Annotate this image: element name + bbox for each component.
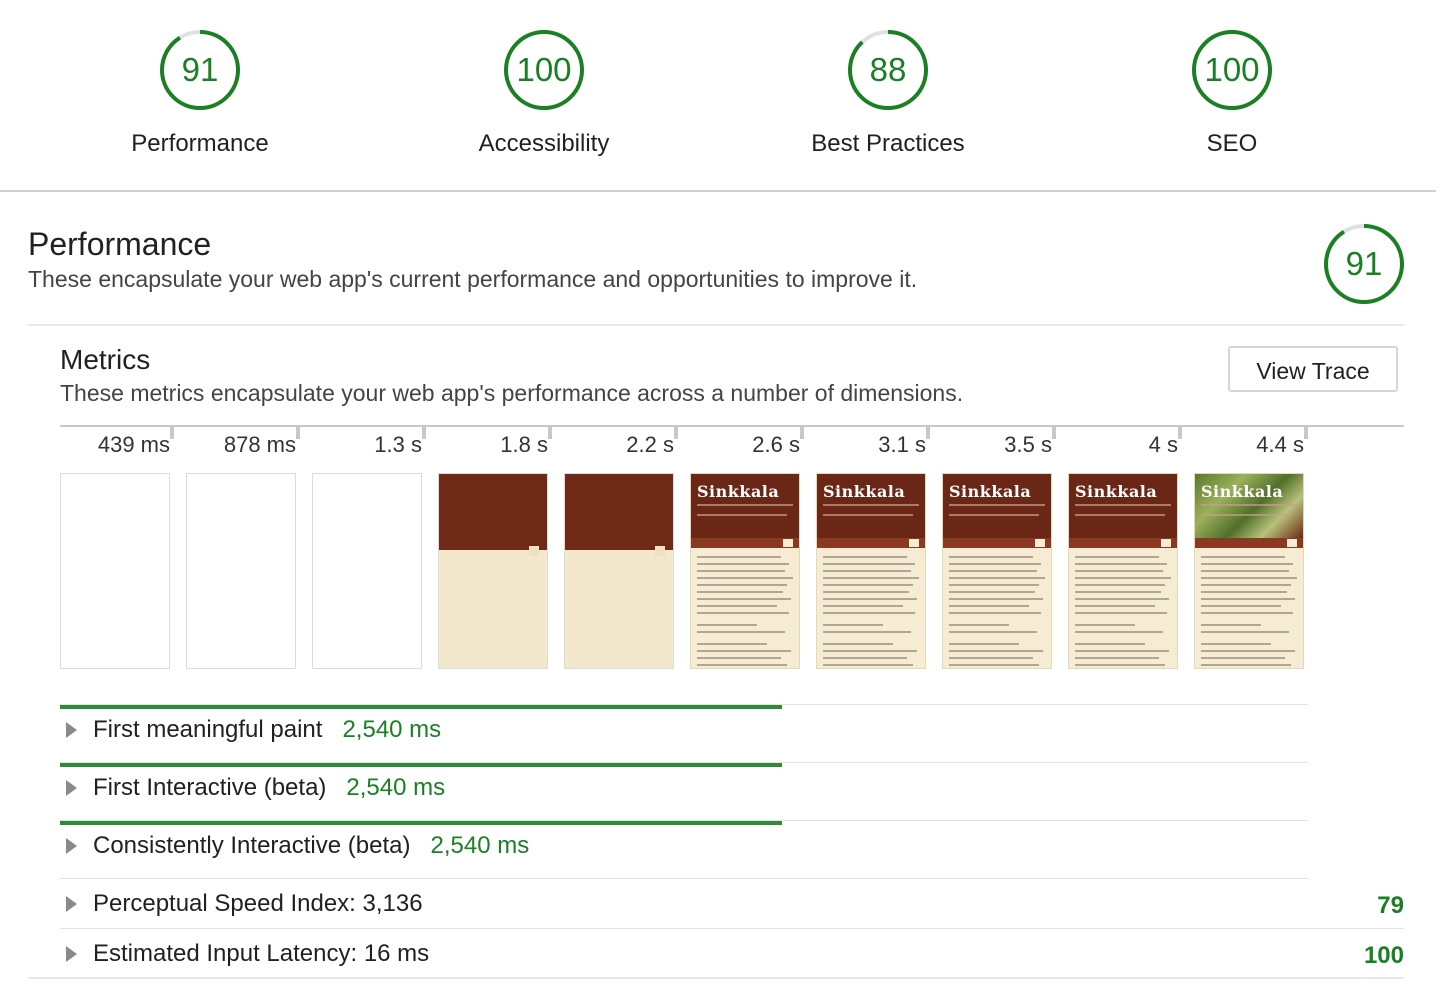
expand-arrow-icon[interactable] <box>66 780 77 796</box>
metric-score: 100 <box>1363 942 1404 969</box>
filmstrip-tick-label: 1.3 s <box>374 432 422 457</box>
filmstrip-tick <box>1178 427 1182 439</box>
seo-gauge: 100 <box>1190 28 1274 112</box>
score-best-practices[interactable]: 88 Best Practices <box>768 28 1008 158</box>
filmstrip-frame: Sinkkala <box>816 473 926 669</box>
filmstrip-tick-label: 1.8 s <box>500 432 548 457</box>
filmstrip-frame <box>186 473 296 669</box>
filmstrip-frame <box>60 473 170 669</box>
metric-row[interactable]: First Interactive (beta) 2,540 ms <box>60 768 445 808</box>
filmstrip-tick <box>1304 427 1308 439</box>
frame-site-title: Sinkkala <box>823 482 906 501</box>
metrics-description: These metrics encapsulate your web app's… <box>60 380 964 406</box>
filmstrip-tick-label: 4 s <box>1148 432 1178 457</box>
filmstrip-tick-label: 2.6 s <box>752 432 800 457</box>
filmstrip-tick <box>926 427 930 439</box>
best-practices-gauge: 88 <box>846 28 930 112</box>
performance-section-score: 91 <box>1345 245 1383 282</box>
metric-label: Estimated Input Latency: 16 ms <box>93 940 430 967</box>
metric-row[interactable]: Perceptual Speed Index: 3,136 <box>60 884 423 924</box>
metric-row-divider <box>60 878 1308 879</box>
filmstrip-frame <box>564 473 674 669</box>
expand-arrow-icon[interactable] <box>66 896 77 912</box>
metric-value: 2,540 ms <box>430 832 530 859</box>
metric-value: 2,540 ms <box>346 774 446 801</box>
filmstrip-tick-label: 3.1 s <box>878 432 926 457</box>
performance-score: 91 <box>181 51 219 88</box>
filmstrip-frame: Sinkkala <box>942 473 1052 669</box>
filmstrip-tick <box>296 427 300 439</box>
metrics-title: Metrics <box>60 344 151 375</box>
metric-row-divider <box>60 704 1308 705</box>
filmstrip-frame: Sinkkala <box>1194 473 1304 669</box>
filmstrip-tick-label: 4.4 s <box>1256 432 1304 457</box>
filmstrip-timeline <box>60 425 1404 427</box>
metric-row-divider <box>60 820 1308 821</box>
metric-row[interactable]: First meaningful paint 2,540 ms <box>60 710 441 750</box>
filmstrip-tick <box>548 427 552 439</box>
score-accessibility[interactable]: 100 Accessibility <box>424 28 664 158</box>
expand-arrow-icon[interactable] <box>66 838 77 854</box>
frame-site-title: Sinkkala <box>949 482 1032 501</box>
filmstrip-tick-label: 2.2 s <box>626 432 674 457</box>
filmstrip-frame <box>312 473 422 669</box>
view-trace-button[interactable]: View Trace <box>1228 346 1398 392</box>
metric-row[interactable]: Consistently Interactive (beta) 2,540 ms <box>60 826 529 866</box>
performance-gauge: 91 <box>158 28 242 112</box>
performance-section-title: Performance <box>28 226 212 262</box>
accessibility-score: 100 <box>516 51 572 88</box>
performance-section-description: These encapsulate your web app's current… <box>28 266 918 292</box>
seo-score: 100 <box>1204 51 1260 88</box>
metric-score: 79 <box>1377 892 1404 919</box>
accessibility-label: Accessibility <box>478 130 610 157</box>
best-practices-label: Best Practices <box>811 130 965 157</box>
score-performance[interactable]: 91 Performance <box>80 28 320 158</box>
frame-site-title: Sinkkala <box>1075 482 1158 501</box>
frame-site-title: Sinkkala <box>697 482 780 501</box>
filmstrip-tick <box>422 427 426 439</box>
metric-label: Consistently Interactive (beta) <box>93 832 411 859</box>
best-practices-score: 88 <box>869 51 907 88</box>
filmstrip-frame: Sinkkala <box>1068 473 1178 669</box>
expand-arrow-icon[interactable] <box>66 946 77 962</box>
seo-label: SEO <box>1206 130 1258 157</box>
expand-arrow-icon[interactable] <box>66 722 77 738</box>
metric-label: First Interactive (beta) <box>93 774 327 801</box>
section-divider <box>28 324 1404 326</box>
filmstrip-frame <box>438 473 548 669</box>
filmstrip-frame: Sinkkala <box>690 473 800 669</box>
frame-site-title: Sinkkala <box>1201 482 1284 501</box>
metric-row[interactable]: Estimated Input Latency: 16 ms <box>60 934 429 974</box>
filmstrip-tick <box>1052 427 1056 439</box>
score-summary: 91 Performance 100 Accessibility 88 Best… <box>0 0 1436 192</box>
metric-row-divider <box>60 762 1308 763</box>
filmstrip-tick <box>674 427 678 439</box>
filmstrip-tick-label: 3.5 s <box>1004 432 1052 457</box>
filmstrip-tick <box>800 427 804 439</box>
metric-label: First meaningful paint <box>93 716 323 743</box>
bottom-divider <box>28 977 1404 979</box>
accessibility-gauge: 100 <box>502 28 586 112</box>
performance-label: Performance <box>131 130 269 157</box>
filmstrip-tick-label: 878 ms <box>223 432 296 457</box>
metric-label: Perceptual Speed Index: 3,136 <box>93 890 423 917</box>
score-seo[interactable]: 100 SEO <box>1112 28 1352 158</box>
filmstrip-tick <box>170 427 174 439</box>
performance-section-gauge: 91 <box>1322 222 1406 306</box>
metric-value: 2,540 ms <box>342 716 442 743</box>
metric-row-divider <box>60 928 1404 929</box>
filmstrip-tick-label: 439 ms <box>97 432 170 457</box>
